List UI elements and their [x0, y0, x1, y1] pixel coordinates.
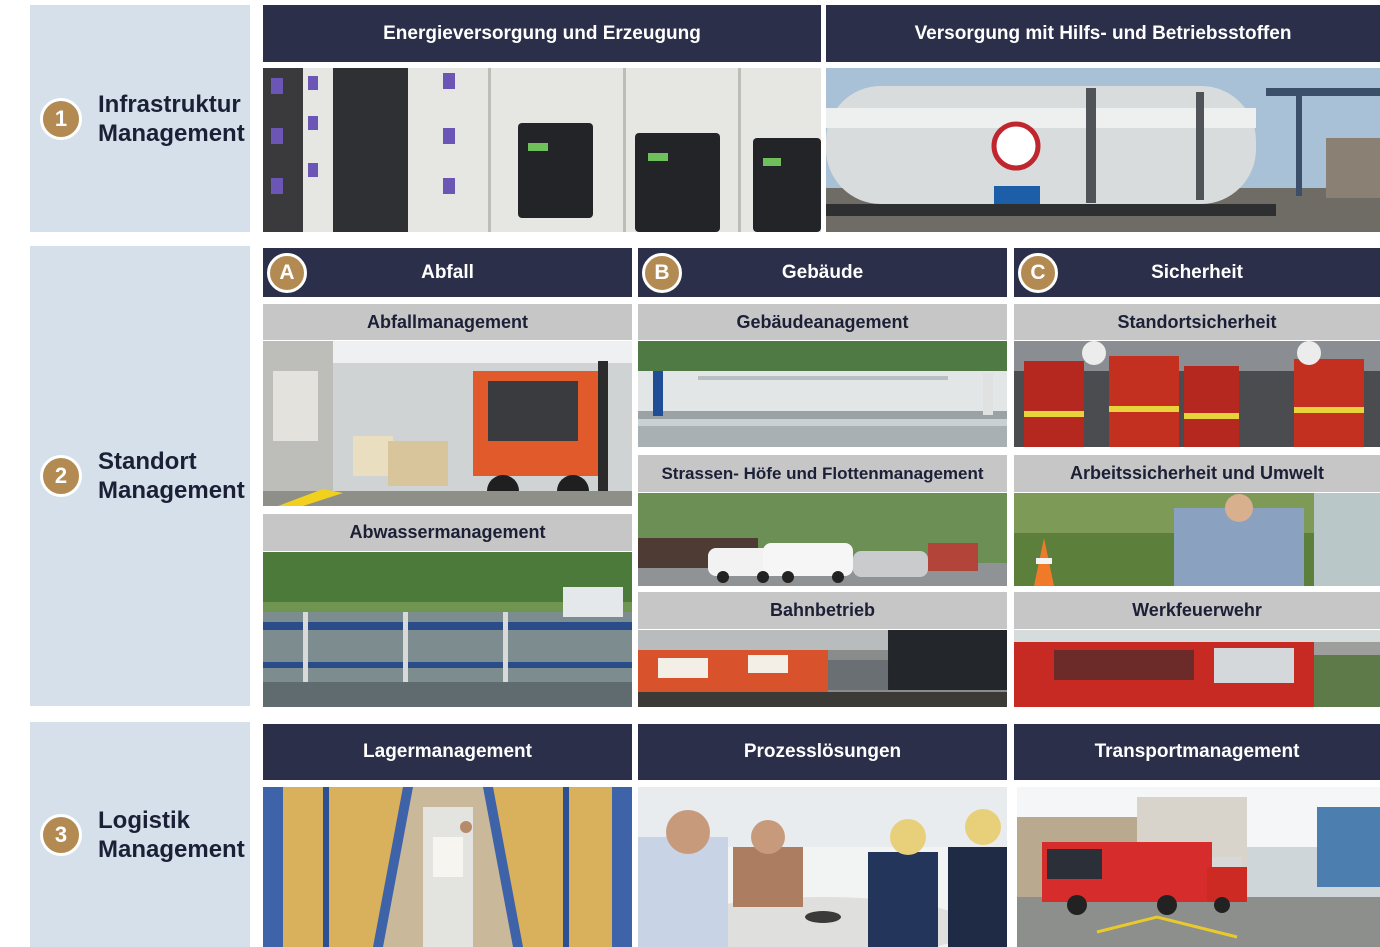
subheader-standortsicherheit: Standortsicherheit	[1014, 304, 1380, 340]
category-title: Abfall	[421, 261, 474, 283]
photo-red-truck	[1017, 787, 1380, 947]
section-number-badge: 2	[40, 455, 82, 497]
category-letter-badge: A	[267, 252, 307, 293]
subheader-arbeitssicherheit-umwelt: Arbeitssicherheit und Umwelt	[1014, 455, 1380, 492]
section-number-badge: 3	[40, 813, 82, 856]
category-letter-badge: C	[1018, 252, 1058, 293]
section-title: Infrastruktur Management	[98, 90, 245, 147]
photo-tank-wagon	[826, 68, 1380, 232]
photo-switchgear	[263, 68, 821, 232]
header-lagermanagement: Lagermanagement	[263, 724, 632, 780]
header-energieversorgung: Energieversorgung und Erzeugung	[263, 5, 821, 62]
photo-rooftop-units	[638, 341, 1007, 447]
photo-firefighters	[1014, 341, 1380, 447]
photo-fleet-cars	[638, 493, 1007, 586]
header-abfall: A Abfall	[263, 248, 632, 297]
section-number-badge: 1	[40, 97, 82, 140]
category-title: Gebäude	[781, 261, 864, 283]
header-transportmanagement: Transportmanagement	[1014, 724, 1380, 780]
section-panel-standort: 2 Standort Management	[30, 246, 250, 706]
photo-forklift-waste	[263, 341, 632, 506]
subheader-strassen-flottenmanagement: Strassen- Höfe und Flottenmanagement	[638, 455, 1007, 492]
photo-warehouse	[263, 787, 632, 947]
subheader-werkfeuerwehr: Werkfeuerwehr	[1014, 592, 1380, 629]
subheader-gebaeudemanagement: Gebäudeanagement	[638, 304, 1007, 340]
section-title: Standort Management	[98, 448, 245, 504]
category-title: Sicherheit	[1151, 261, 1243, 283]
header-prozessloesungen: Prozesslösungen	[638, 724, 1007, 780]
section-title: Logistik Management	[98, 806, 245, 863]
photo-environment-worker	[1014, 493, 1380, 586]
category-letter-badge: B	[642, 252, 682, 293]
subheader-abfallmanagement: Abfallmanagement	[263, 304, 632, 340]
subheader-bahnbetrieb: Bahnbetrieb	[638, 592, 1007, 629]
header-gebaeude: B Gebäude	[638, 248, 1007, 297]
header-versorgung-hilfsstoffe: Versorgung mit Hilfs- und Betriebsstoffe…	[826, 5, 1380, 62]
subheader-abwassermanagement: Abwassermanagement	[263, 514, 632, 551]
photo-locomotive	[638, 630, 1007, 707]
photo-wastewater-plant	[263, 552, 632, 707]
section-panel-infrastruktur: 1 Infrastruktur Management	[30, 5, 250, 232]
section-panel-logistik: 3 Logistik Management	[30, 722, 250, 947]
header-sicherheit: C Sicherheit	[1014, 248, 1380, 297]
photo-fire-truck	[1014, 630, 1380, 707]
photo-meeting	[638, 787, 1007, 947]
